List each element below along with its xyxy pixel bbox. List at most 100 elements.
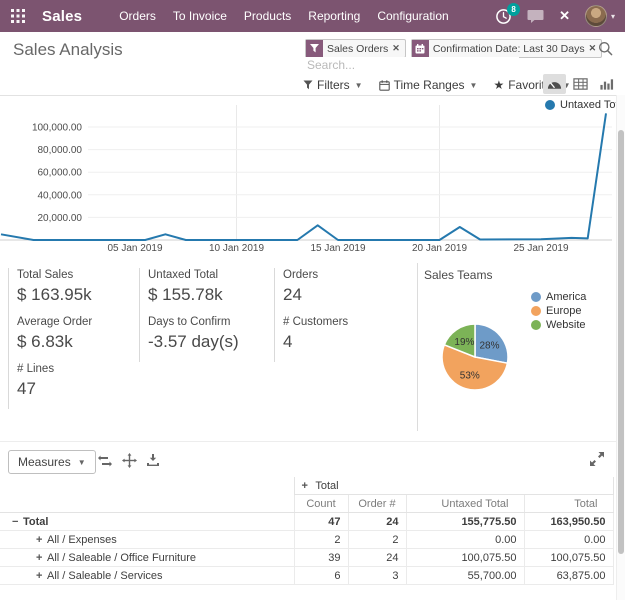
svg-text:100,000.00: 100,000.00 (32, 123, 82, 134)
chevron-down-icon: ▾ (611, 12, 615, 21)
pivot-col-untaxed[interactable]: Untaxed Total (406, 495, 524, 513)
bar-chart-icon (599, 77, 614, 91)
kpi-grid: Total Sales $ 163.95k Untaxed Total $ 15… (8, 268, 411, 409)
search-input[interactable] (305, 57, 519, 73)
graph-view-button[interactable] (595, 74, 618, 94)
pivot-table-icon (573, 77, 588, 91)
pivot-row-total: −Total 47 24 155,775.50 163,950.50 (0, 513, 613, 531)
kpi-untaxed-total[interactable]: Untaxed Total $ 155.78k (139, 268, 274, 315)
page-title: Sales Analysis (13, 40, 123, 60)
search-facets: Sales Orders ✕ Confirmation Date: Last 3… (305, 39, 602, 58)
pivot-section: Measures▼ (0, 441, 625, 601)
kpi-days-to-confirm[interactable]: Days to Confirm -3.57 day(s) (139, 315, 274, 362)
nav-item-products[interactable]: Products (243, 7, 292, 25)
close-icon[interactable]: ✕ (559, 8, 570, 24)
legend-item-website[interactable]: Website (531, 318, 586, 332)
activities-clock-icon[interactable]: 8 (495, 8, 512, 25)
legend-dot (531, 292, 541, 302)
messages-icon[interactable] (527, 9, 544, 24)
svg-text:40,000.00: 40,000.00 (38, 190, 83, 201)
pivot-view-button[interactable] (569, 74, 592, 94)
pie-slice-label: 53% (460, 371, 480, 382)
kpi-average-order[interactable]: Average Order $ 6.83k (8, 315, 139, 362)
scrollbar-thumb[interactable] (618, 130, 624, 554)
sales-teams-title: Sales Teams (424, 268, 492, 282)
expand-icon[interactable]: + (36, 552, 47, 564)
calendar-icon (412, 40, 429, 57)
sales-teams-pie-chart: 28% 53% 19% (433, 313, 517, 401)
funnel-icon (303, 80, 313, 90)
dashboard-view-button[interactable] (543, 74, 566, 94)
facet-confirmation-date[interactable]: Confirmation Date: Last 30 Days ✕ (411, 39, 602, 58)
legend-dot (531, 320, 541, 330)
facet-sales-orders[interactable]: Sales Orders ✕ (305, 39, 406, 58)
svg-text:60,000.00: 60,000.00 (38, 168, 83, 179)
row-label[interactable]: +All / Expenses (0, 531, 294, 549)
svg-text:20 Jan 2019: 20 Jan 2019 (412, 243, 467, 254)
kpi-lines[interactable]: # Lines 47 (8, 362, 139, 409)
nav-item-orders[interactable]: Orders (118, 7, 157, 25)
svg-text:20,000.00: 20,000.00 (38, 213, 83, 224)
vertical-divider (417, 263, 418, 431)
flip-axis-icon[interactable] (97, 453, 113, 468)
pivot-col-order[interactable]: Order # (348, 495, 406, 513)
gauge-icon (547, 77, 562, 91)
pie-legend: America Europe Website (531, 290, 586, 332)
collapse-icon[interactable]: − (12, 516, 23, 528)
calendar-icon (379, 80, 390, 91)
svg-text:80,000.00: 80,000.00 (38, 145, 83, 156)
activity-count-badge: 8 (507, 3, 520, 16)
pivot-row-services: +All / Saleable / Services 6 3 55,700.00… (0, 567, 613, 585)
chevron-down-icon: ▼ (470, 81, 478, 90)
kpi-orders[interactable]: Orders 24 (274, 268, 411, 315)
fullscreen-icon[interactable] (590, 452, 604, 471)
pie-slice-label: 19% (454, 337, 474, 348)
kpi-customers[interactable]: # Customers 4 (274, 315, 411, 362)
top-navbar: Sales Orders To Invoice Products Reporti… (0, 0, 625, 32)
apps-menu-icon[interactable] (11, 9, 25, 23)
pivot-row-expenses: +All / Expenses 2 2 0.00 0.00 (0, 531, 613, 549)
nav-item-reporting[interactable]: Reporting (307, 7, 361, 25)
measures-button[interactable]: Measures▼ (8, 450, 96, 474)
expand-icon[interactable]: + (302, 480, 313, 492)
legend-dot (545, 100, 555, 110)
download-icon[interactable] (146, 453, 160, 468)
legend-item-europe[interactable]: Europe (531, 304, 586, 318)
line-chart-legend[interactable]: Untaxed Total (545, 98, 625, 112)
facet-label: Sales Orders (323, 40, 392, 57)
expand-all-icon[interactable] (122, 453, 137, 468)
app-name[interactable]: Sales (42, 8, 82, 25)
svg-text:15 Jan 2019: 15 Jan 2019 (310, 243, 365, 254)
kpi-total-sales[interactable]: Total Sales $ 163.95k (8, 268, 139, 315)
pivot-group-header[interactable]: + Total (294, 477, 613, 495)
row-label[interactable]: +All / Saleable / Office Furniture (0, 549, 294, 567)
facet-label: Confirmation Date: Last 30 Days (429, 40, 589, 57)
sales-line-chart: 100,000.00 80,000.00 60,000.00 40,000.00 20,… (0, 95, 625, 255)
svg-text:25 Jan 2019: 25 Jan 2019 (513, 243, 568, 254)
systray: 8 ✕ ▾ (495, 5, 615, 27)
user-menu[interactable]: ▾ (585, 5, 615, 27)
svg-text:10 Jan 2019: 10 Jan 2019 (209, 243, 264, 254)
chevron-down-icon: ▼ (355, 81, 363, 90)
nav-menu: Orders To Invoice Products Reporting Con… (118, 7, 450, 25)
row-label[interactable]: −Total (0, 513, 294, 531)
pie-slice-label: 28% (479, 341, 499, 352)
legend-item-america[interactable]: America (531, 290, 586, 304)
star-icon: ★ (493, 78, 504, 92)
nav-item-to-invoice[interactable]: To Invoice (172, 7, 228, 25)
search-icon[interactable] (598, 41, 613, 61)
expand-icon[interactable]: + (36, 570, 47, 582)
filter-toolbar: Filters▼ Time Ranges▼ ★ Favorites▼ (303, 78, 570, 92)
time-ranges-button[interactable]: Time Ranges▼ (379, 78, 478, 92)
filters-button[interactable]: Filters▼ (303, 78, 363, 92)
expand-icon[interactable]: + (36, 534, 47, 546)
pivot-row-office-furniture: +All / Saleable / Office Furniture 39 24… (0, 549, 613, 567)
row-label[interactable]: +All / Saleable / Services (0, 567, 294, 585)
filter-icon (306, 40, 323, 57)
pivot-col-total[interactable]: Total (524, 495, 613, 513)
avatar (585, 5, 607, 27)
legend-dot (531, 306, 541, 316)
pivot-col-count[interactable]: Count (294, 495, 348, 513)
facet-remove-icon[interactable]: ✕ (392, 40, 405, 57)
nav-item-configuration[interactable]: Configuration (376, 7, 449, 25)
